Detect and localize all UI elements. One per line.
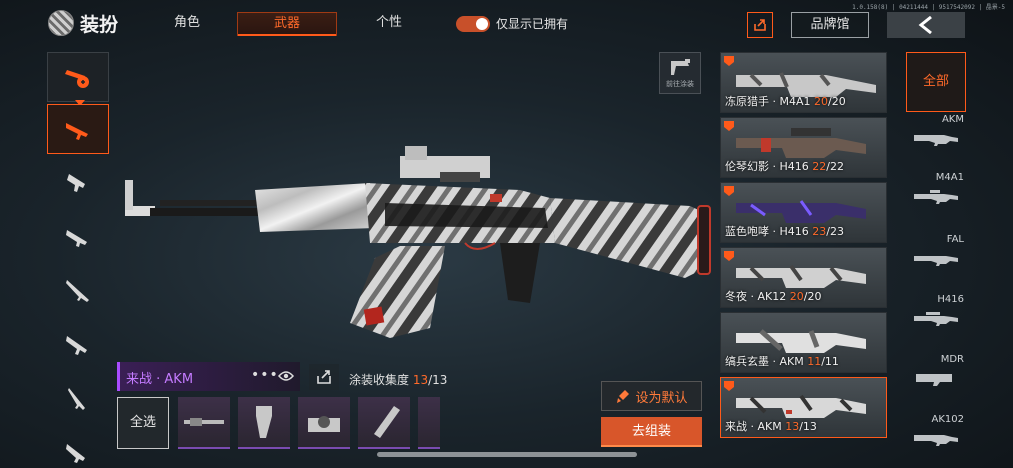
lmg-icon	[66, 336, 87, 355]
skin-label: 冻原猎手 · M4A1 20/20	[725, 95, 846, 108]
page-title: 装扮	[80, 14, 119, 36]
butt-pad	[697, 205, 711, 275]
brand-hall-button[interactable]: 品牌馆	[791, 12, 869, 38]
share-icon	[317, 370, 331, 384]
eye-icon[interactable]	[278, 370, 294, 382]
shotgun-icon	[66, 230, 87, 247]
h416-skin-art	[736, 128, 866, 158]
share-button[interactable]	[747, 12, 773, 38]
h416-icon	[914, 312, 958, 326]
share-icon	[754, 19, 766, 31]
ak102-icon	[914, 435, 958, 446]
magazine	[350, 246, 445, 338]
horizontal-scrollbar[interactable]	[377, 452, 637, 457]
skin-tag-icon	[724, 251, 734, 261]
skin-info-bar: 来战 · AKM •••	[117, 362, 300, 391]
collect-total: /13	[428, 373, 448, 387]
pistol-icon	[66, 444, 85, 463]
skin-tag-icon	[724, 56, 734, 66]
marksman-rifle-icon	[68, 388, 85, 410]
category-mdr[interactable]: MDR	[906, 354, 966, 406]
top-bar: 装扮 角色 武器 个性 仅显示已拥有 品牌馆	[0, 0, 1013, 46]
share-skin-button[interactable]	[309, 364, 339, 390]
part-slot-grip[interactable]	[238, 397, 290, 449]
akm-laizhan-skin-art	[736, 394, 866, 418]
spray-gun-icon	[671, 59, 690, 75]
part-slot-sight[interactable]	[298, 397, 350, 449]
category-all[interactable]: 全部	[906, 52, 966, 112]
sight-part-icon	[308, 416, 340, 432]
go-to-coating-button[interactable]: 前往涂装	[659, 52, 701, 94]
grip-part-icon	[256, 406, 272, 438]
brush-icon	[617, 390, 630, 403]
fal-icon	[914, 256, 958, 266]
category-akm[interactable]: AKM	[906, 114, 966, 166]
skin-label: 伦琴幻影 · H416 22/22	[725, 160, 844, 173]
stock-part-icon	[374, 406, 400, 438]
skin-card[interactable]: 冬夜 · AK12 20/20	[720, 247, 887, 308]
owned-only-toggle[interactable]: 仅显示已拥有	[456, 15, 568, 32]
category-fal[interactable]: FAL	[906, 234, 966, 286]
skin-card[interactable]: 缟兵玄墨 · AKM 11/11	[720, 312, 887, 373]
skin-label: 蓝色咆哮 · H416 23/23	[725, 225, 844, 238]
back-arrow-icon	[918, 16, 932, 34]
sniper-icon	[66, 280, 89, 302]
assault-rifle-icon	[66, 123, 88, 140]
toggle-switch[interactable]	[456, 15, 490, 32]
h416-blue-skin-art	[736, 200, 866, 223]
stock	[550, 198, 705, 278]
smg-icon	[67, 174, 85, 192]
ak12-skin-art	[736, 264, 866, 288]
assemble-button[interactable]: 去组装	[601, 417, 702, 447]
select-all-button[interactable]: 全选	[117, 397, 169, 449]
category-m4a1[interactable]: M4A1	[906, 172, 966, 224]
category-ak102[interactable]: AK102	[906, 414, 966, 466]
barrel	[150, 208, 260, 216]
part-slot-more[interactable]	[418, 397, 440, 449]
toggle-label: 仅显示已拥有	[496, 17, 569, 31]
handguard	[255, 183, 375, 232]
skin-name: 来战 · AKM	[126, 372, 194, 387]
collect-label: 涂装收集度	[349, 373, 410, 387]
skin-card[interactable]: 冻原猎手 · M4A1 20/20	[720, 52, 887, 113]
mdr-icon	[916, 374, 952, 386]
tab-personality[interactable]: 个性	[339, 12, 439, 36]
set-default-label: 设为默认	[635, 390, 688, 406]
pistol-grip	[500, 243, 540, 303]
skin-tag-icon	[724, 186, 734, 196]
rail-item-pistol[interactable]	[47, 428, 109, 468]
skin-tag-icon	[724, 381, 734, 391]
rail-item-marksman[interactable]	[47, 374, 109, 424]
coating-collection-progress: 涂装收集度 13/13	[349, 371, 447, 388]
skin-card-selected[interactable]: 来战 · AKM 13/13	[720, 377, 887, 438]
category-h416[interactable]: H416	[906, 294, 966, 346]
back-button[interactable]	[887, 12, 965, 38]
tab-weapon[interactable]: 武器	[237, 12, 337, 36]
set-default-button[interactable]: 设为默认	[601, 381, 702, 411]
game-logo	[48, 10, 74, 36]
skin-label: 来战 · AKM 13/13	[725, 420, 817, 433]
skin-tag-icon	[724, 121, 734, 131]
skin-card[interactable]: 伦琴幻影 · H416 22/22	[720, 117, 887, 178]
part-slot-barrel[interactable]	[178, 397, 230, 449]
go-to-coating-label: 前往涂装	[666, 80, 694, 88]
akm-icon	[914, 135, 958, 146]
skin-card[interactable]: 蓝色咆哮 · H416 23/23	[720, 182, 887, 243]
tab-character[interactable]: 角色	[137, 12, 237, 36]
rail-item-overview[interactable]	[47, 52, 109, 106]
akm-ink-skin-art	[736, 329, 866, 353]
m4a1-skin-art	[736, 72, 876, 97]
m4a1-icon	[914, 190, 958, 204]
weapon-badge-icon	[65, 70, 89, 88]
weapon-preview[interactable]	[100, 128, 740, 358]
part-slot-stock[interactable]	[358, 397, 410, 449]
skin-label: 缟兵玄墨 · AKM 11/11	[725, 355, 839, 368]
barrel-part-icon	[184, 418, 224, 426]
more-options-button[interactable]: •••	[251, 367, 279, 383]
collect-current: 13	[412, 373, 429, 387]
skin-label: 冬夜 · AK12 20/20	[725, 290, 822, 303]
